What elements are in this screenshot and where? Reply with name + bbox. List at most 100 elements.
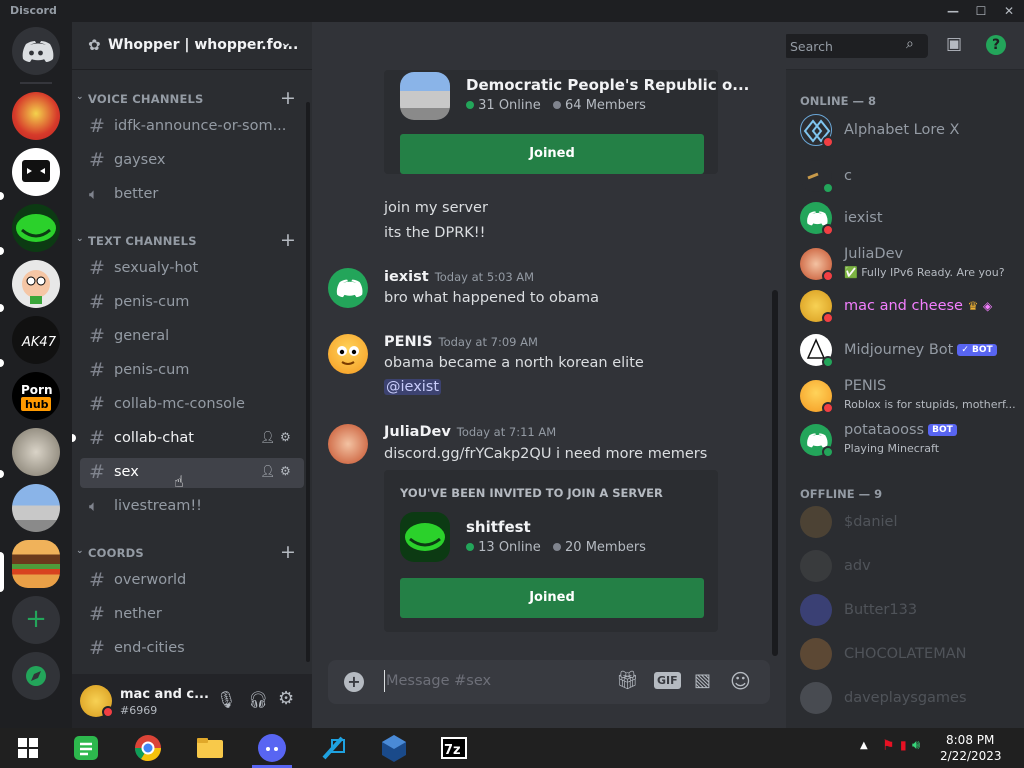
virtualbox-icon[interactable] [378,732,410,764]
snipping-tool-icon[interactable] [318,732,350,764]
gif-icon[interactable]: GIF [654,672,681,689]
joined-button[interactable]: Joined [400,134,704,174]
channel-better[interactable]: 🔈︎ better [80,180,304,210]
member-item[interactable]: potataooss BOT Playing Minecraft [798,420,1018,462]
clock-date[interactable]: 2/22/2023 [940,749,1002,763]
member-item[interactable]: Butter133 [798,590,1018,632]
invite-card: YOU'VE BEEN INVITED TO JOIN A SERVER shi… [384,470,718,632]
search-input[interactable]: Search ⌕ [784,34,928,58]
server-icon-ph[interactable]: Porn hub [12,372,60,420]
channel-penis-cum[interactable]: # penis-cum [80,356,304,386]
member-count: 64 Members [565,98,646,113]
message-author[interactable]: JuliaDev [384,424,451,440]
avatar[interactable] [328,424,368,464]
channel-collab-chat[interactable]: # collab-chat 👤︎ ⚙ [80,424,304,454]
message-input[interactable]: Message #sex [386,673,491,689]
file-explorer-icon[interactable] [194,732,226,764]
scrollbar[interactable] [772,290,778,656]
channel-overworld[interactable]: # overworld [80,566,304,596]
joined-button[interactable]: Joined [400,578,704,618]
member-item[interactable]: daveplaysgames [798,678,1018,720]
invite-icon[interactable]: 👤︎ [260,430,275,444]
close-icon[interactable]: ✕ [1000,2,1018,20]
channel-gaysex[interactable]: # gaysex [80,146,304,176]
scrollbar[interactable] [306,102,310,662]
member-item[interactable]: c [798,156,1018,198]
channel-sex[interactable]: # sex 👤︎ ⚙ ☝︎ [80,458,304,491]
flag-icon[interactable]: ⚑ [882,738,895,754]
chevron-up-icon[interactable]: ▲ [860,740,868,751]
avatar[interactable] [328,268,368,308]
explore-servers-icon[interactable] [12,652,60,700]
7zip-icon[interactable]: 7z [438,732,470,764]
clock-time[interactable]: 8:08 PM [946,733,994,747]
member-item[interactable]: CHOCOLATEMAN [798,634,1018,676]
server-icon-ak47[interactable]: AK47 [12,316,60,364]
maximize-icon[interactable]: ☐ [972,2,990,20]
member-item[interactable]: Alphabet Lore X [798,110,1018,152]
gear-icon[interactable]: ⚙ [278,688,294,709]
server-icon-tv[interactable] [12,148,60,196]
member-item[interactable]: iexist [798,198,1018,240]
invite-icon[interactable]: 👤︎ [260,464,275,478]
add-server-icon[interactable]: + [12,596,60,644]
network-warning-icon[interactable]: ▮ [900,738,907,752]
guild-divider [20,82,52,84]
create-channel-icon[interactable]: + [280,229,296,251]
message-composer[interactable]: + Message #sex 🎁︎ GIF ▧ ☺ [328,660,770,704]
message-author[interactable]: PENIS [384,334,433,350]
headphones-icon[interactable]: 🎧︎ [248,690,268,709]
member-item[interactable]: JuliaDev ✅ Fully IPv6 Ready. Are you? [798,244,1018,286]
windows-start-icon[interactable] [12,732,44,764]
chevron-down-icon: ⌄ [76,92,84,102]
server-icon-trollface[interactable] [12,204,60,252]
sticker-icon[interactable]: ▧ [694,670,711,691]
invite-card: Democratic People's Republic o... 31 Onl… [384,70,749,174]
server-icon-peter[interactable] [12,260,60,308]
gear-icon[interactable]: ⚙ [280,430,291,444]
channel-livestream[interactable]: 🔈︎ livestream!! [80,492,304,522]
channel-idfk[interactable]: # idfk-announce-or-som... [80,112,304,142]
server-icon-cartoon[interactable] [12,92,60,140]
create-channel-icon[interactable]: + [280,87,296,109]
channel-penis-cum-thread[interactable]: # penis-cum [80,288,304,318]
avatar[interactable] [328,334,368,374]
help-icon[interactable]: ? [986,35,1006,55]
offline-heading: OFFLINE — 9 [800,487,883,501]
channel-collab-mc-console[interactable]: # collab-mc-console [80,390,304,420]
server-icon-dprk[interactable] [12,484,60,532]
gear-icon[interactable]: ⚙ [280,464,291,478]
gift-icon[interactable]: 🎁︎ [616,670,639,691]
channel-sexualy-hot[interactable]: # sexualy-hot [80,254,304,284]
channel-end-cities[interactable]: # end-cities [80,634,304,664]
discord-taskbar-icon[interactable] [256,732,288,764]
user-mention[interactable]: @iexist [384,379,442,395]
member-name: c [844,168,852,184]
channel-nether[interactable]: # nether [80,600,304,630]
emoji-icon[interactable]: ☺ [730,669,751,693]
server-header[interactable]: ✿ Whopper | whopper.fo... ⌄ [72,22,312,70]
server-icon-tank[interactable] [12,428,60,476]
member-item[interactable]: PENIS Roblox is for stupids, motherf... [798,376,1018,418]
create-channel-icon[interactable]: + [280,541,296,563]
inbox-icon[interactable]: ▣ [946,34,962,54]
member-item[interactable]: $daniel [798,502,1018,544]
hash-icon: # [89,115,105,137]
microphone-icon[interactable]: 🎙︎ [216,690,236,709]
discord-home-icon[interactable] [12,27,60,75]
attach-plus-icon[interactable]: + [344,672,364,692]
channel-general[interactable]: # general [80,322,304,352]
member-item[interactable]: Midjourney Bot ✓ BOT [798,330,1018,372]
notepad-icon[interactable] [70,732,102,764]
status-dnd-icon [822,270,834,282]
message-author[interactable]: iexist [384,269,429,285]
invite-stats: 13 Online 20 Members [466,540,646,555]
minimize-icon[interactable]: — [944,2,962,20]
speaker-icon[interactable]: 🔊︎ [912,738,920,753]
server-icon-whopper[interactable] [12,540,60,588]
member-item[interactable]: adv [798,546,1018,588]
chrome-icon[interactable] [132,732,164,764]
member-item[interactable]: mac and cheese ♛ ◈ [798,286,1018,328]
message-text: its the DPRK!! [384,225,486,241]
windows-taskbar: 7z ▲ ⚑ ▮ 🔊︎ 8:08 PM 2/22/2023 [0,728,1024,768]
